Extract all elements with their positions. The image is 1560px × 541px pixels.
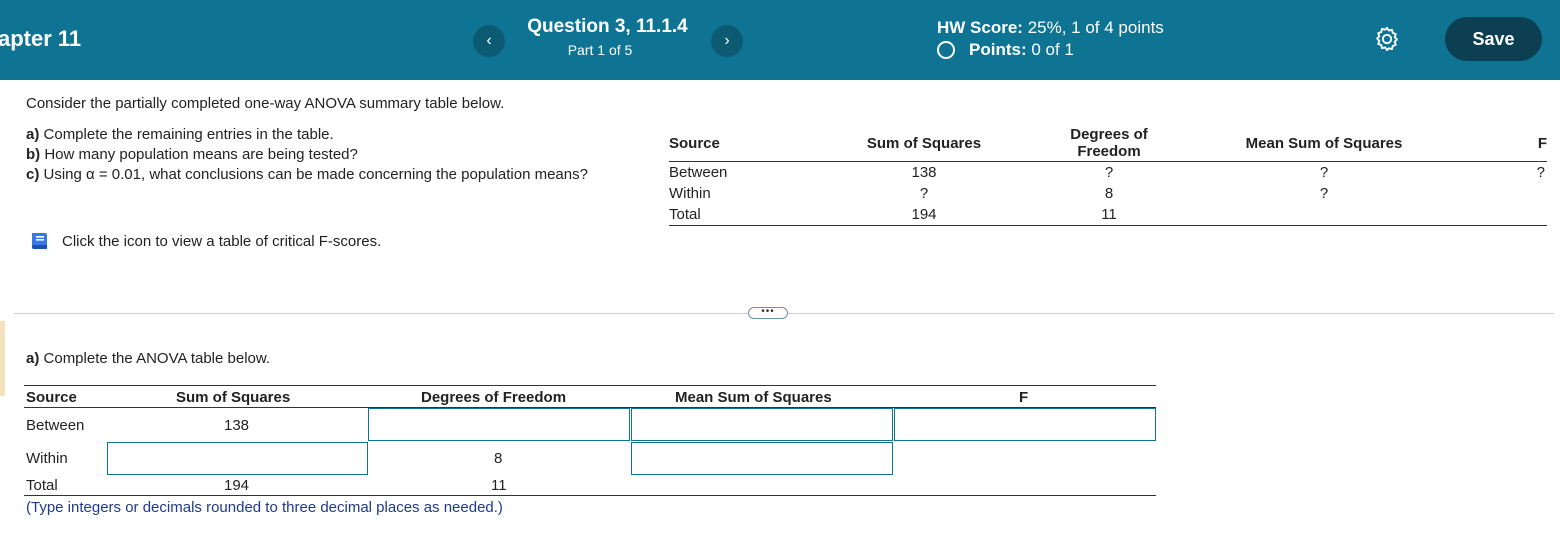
cell: ? [919,185,929,202]
col-df: Degrees of Freedom [1059,124,1159,162]
question-part: Part 1 of 5 [567,42,633,58]
answer-col-ss: Sum of Squares [176,389,291,406]
item-text: Using α = 0.01, what conclusions can be … [43,166,588,183]
given-anova-table: Source Sum of Squares Degrees of Freedom… [669,124,1547,226]
item-text: How many population means are being test… [44,146,358,163]
cell [1489,183,1547,204]
between-f-input[interactable] [894,408,1156,441]
col-ms: Mean Sum of Squares [1159,124,1489,162]
cell: ? [1536,164,1545,181]
question-item-b: b) How many population means are being t… [26,145,588,165]
table-row: Between 138 ? ? ? [669,162,1547,184]
question-list: a) Complete the remaining entries in the… [26,125,588,185]
points-label: Points: [969,40,1027,59]
gear-icon[interactable] [1373,25,1401,53]
cell [1159,204,1489,226]
cell: ? [1319,185,1329,202]
total-df: 11 [491,477,507,494]
question-title: Question 3, 11.1.4 [527,16,688,37]
cell [1489,204,1547,226]
cell: ? [1104,164,1114,181]
critical-f-link-text: Click the icon to view a table of critic… [62,232,382,250]
part-a-letter: a) [26,350,40,367]
part-a-prompt: a) Complete the ANOVA table below. [26,350,270,367]
next-question-button[interactable]: › [711,25,743,57]
answer-col-df: Degrees of Freedom [421,389,567,406]
table-row: Within ? 8 ? [669,183,1547,204]
table-row: Total 194 11 [669,204,1547,226]
answer-col-source: Source [26,389,77,406]
within-df: 8 [494,450,503,467]
between-ss: 138 [224,417,250,434]
cell: 11 [1059,204,1159,226]
col-f: F [1489,124,1547,162]
chevron-right-icon: › [724,32,730,49]
table-header-row: Source Sum of Squares Degrees of Freedom… [669,124,1547,162]
question-item-c: c) Using α = 0.01, what conclusions can … [26,165,588,185]
total-ss: 194 [224,477,250,494]
points: Points: 0 of 1 [937,40,1074,60]
expand-more-button[interactable]: ••• [748,307,788,319]
answer-col-ms: Mean Sum of Squares [675,389,832,406]
item-letter: a) [26,126,40,143]
hw-score-label: HW Score: [937,18,1023,37]
hw-score-value: 25%, 1 of 4 points [1027,18,1164,37]
hw-score: HW Score: 25%, 1 of 4 points [937,18,1164,38]
critical-f-link[interactable]: Click the icon to view a table of critic… [28,229,381,253]
answer-col-f: F [1019,389,1029,406]
save-button[interactable]: Save [1445,17,1542,61]
points-value: 0 of 1 [1031,40,1074,59]
book-icon[interactable] [28,229,52,253]
total-label: Total [26,477,58,494]
within-ms-input[interactable] [631,442,893,475]
cell: Total [669,204,789,226]
answer-indicator-bar [0,321,5,396]
answer-anova-table: Source Sum of Squares Degrees of Freedom… [24,385,1156,497]
col-ss: Sum of Squares [789,124,1059,162]
between-ms-input[interactable] [631,408,893,441]
previous-question-button[interactable]: ‹ [473,25,505,57]
item-letter: b) [26,146,41,163]
between-df-input[interactable] [368,408,630,441]
points-status-circle-icon [937,41,955,59]
within-label: Within [26,450,68,467]
cell: 194 [789,204,1059,226]
table-bottom-rule [24,495,1156,496]
cell: 8 [1104,185,1114,202]
question-intro: Consider the partially completed one-way… [26,95,505,112]
col-source: Source [669,124,789,162]
between-label: Between [26,417,85,434]
cell: ? [1319,164,1329,181]
within-ss-input[interactable] [107,442,368,475]
chapter-title: apter 11 [0,26,82,51]
item-letter: c) [26,166,40,183]
table-top-rule [24,385,1156,386]
cell: 138 [911,164,937,181]
part-a-text: Complete the ANOVA table below. [43,350,271,367]
cell: Within [669,185,711,202]
item-text: Complete the remaining entries in the ta… [43,126,334,143]
answer-hint: (Type integers or decimals rounded to th… [26,499,503,516]
top-bar: apter 11 ‹ Question 3, 11.1.4 Part 1 of … [0,0,1560,80]
chevron-left-icon: ‹ [486,32,492,49]
question-item-a: a) Complete the remaining entries in the… [26,125,588,145]
cell: Between [669,164,728,181]
